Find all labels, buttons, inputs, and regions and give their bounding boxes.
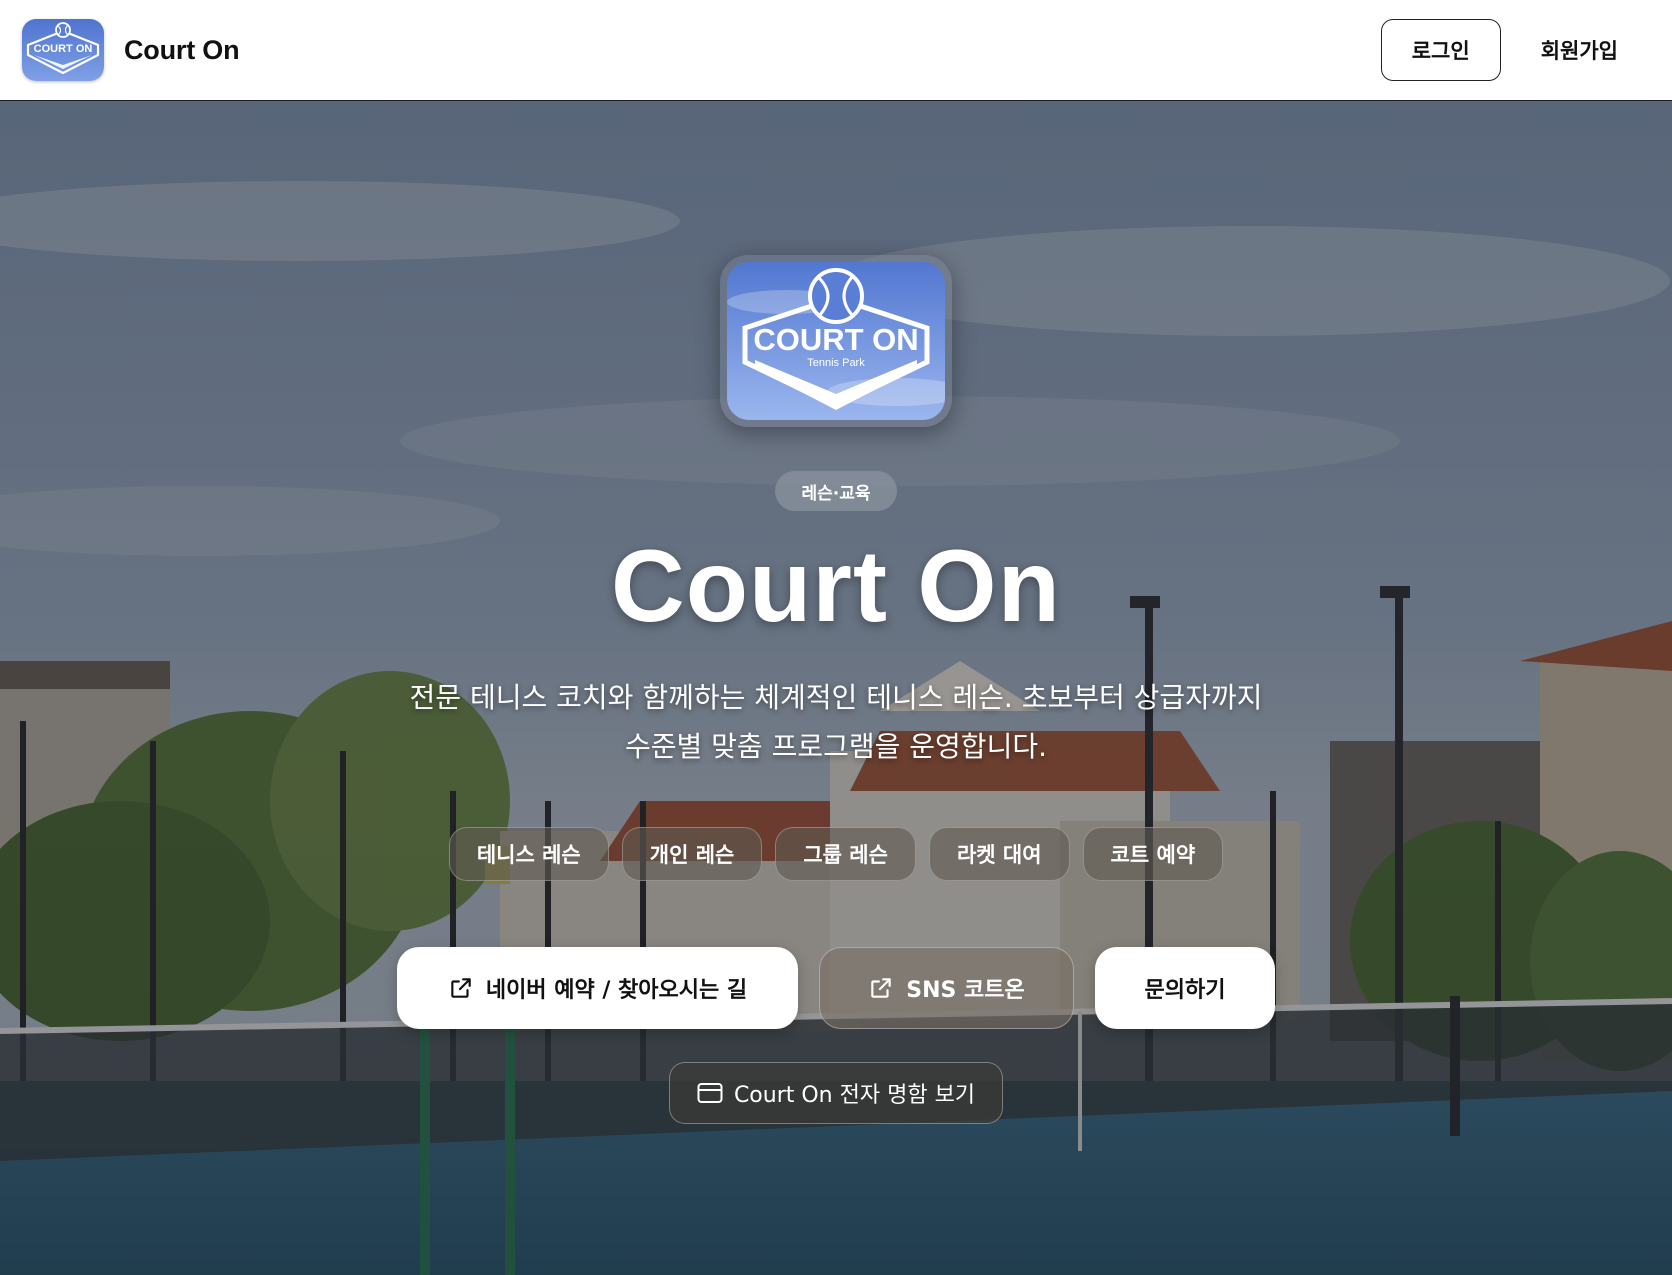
sns-label: SNS 코트온 bbox=[906, 978, 1025, 1003]
external-link-icon bbox=[451, 978, 471, 998]
inquiry-button[interactable]: 문의하기 bbox=[1095, 947, 1275, 1029]
svg-text:COURT ON: COURT ON bbox=[34, 43, 93, 55]
signup-link[interactable]: 회원가입 bbox=[1541, 35, 1618, 65]
card-icon bbox=[697, 1083, 723, 1103]
tag-racket-rental[interactable]: 라켓 대여 bbox=[928, 827, 1070, 881]
action-buttons: 네이버 예약 / 찾아오시는 길 SNS 코트온 문의하기 bbox=[397, 947, 1275, 1029]
external-link-icon bbox=[871, 978, 891, 998]
naver-booking-label: 네이버 예약 / 찾아오시는 길 bbox=[485, 978, 748, 1003]
brand[interactable]: COURT ON Court On bbox=[22, 19, 240, 81]
svg-text:Tennis Park: Tennis Park bbox=[807, 357, 865, 369]
hero-content: COURT ON Tennis Park 레슨·교육 Court On 전문 테… bbox=[0, 101, 1672, 1275]
tag-tennis-lesson[interactable]: 테니스 레슨 bbox=[448, 827, 609, 881]
naver-booking-button[interactable]: 네이버 예약 / 찾아오시는 길 bbox=[397, 947, 798, 1029]
category-badge: 레슨·교육 bbox=[775, 471, 897, 511]
service-tags: 테니스 레슨 개인 레슨 그룹 레슨 라켓 대여 코트 예약 bbox=[448, 827, 1224, 881]
hero-logo: COURT ON Tennis Park bbox=[720, 255, 952, 427]
svg-text:COURT ON: COURT ON bbox=[753, 322, 918, 357]
court-on-logo-icon: COURT ON bbox=[22, 19, 104, 81]
tag-group-lesson[interactable]: 그룹 레슨 bbox=[775, 827, 916, 881]
hero-title: Court On bbox=[611, 529, 1061, 643]
tag-private-lesson[interactable]: 개인 레슨 bbox=[621, 827, 763, 881]
hero-section: COURT ON Tennis Park 레슨·교육 Court On 전문 테… bbox=[0, 101, 1672, 1275]
hero-description-line-1: 전문 테니스 코치와 함께하는 체계적인 테니스 레슨. 초보부터 상급자까지 bbox=[409, 681, 1263, 714]
sns-button[interactable]: SNS 코트온 bbox=[819, 947, 1074, 1029]
top-header: COURT ON Court On 로그인 회원가입 bbox=[0, 0, 1672, 101]
tag-court-booking[interactable]: 코트 예약 bbox=[1082, 827, 1224, 881]
court-on-badge-icon: COURT ON Tennis Park bbox=[727, 262, 945, 420]
business-card-label: Court On 전자 명함 보기 bbox=[733, 1083, 976, 1108]
auth-actions: 로그인 회원가입 bbox=[1380, 19, 1618, 81]
hero-description-line-2: 수준별 맞춤 프로그램을 운영합니다. bbox=[624, 730, 1047, 763]
login-button[interactable]: 로그인 bbox=[1380, 19, 1501, 81]
brand-name[interactable]: Court On bbox=[124, 35, 240, 66]
business-card-button[interactable]: Court On 전자 명함 보기 bbox=[668, 1062, 1004, 1124]
brand-logo[interactable]: COURT ON bbox=[22, 19, 104, 81]
hero-description: 전문 테니스 코치와 함께하는 체계적인 테니스 레슨. 초보부터 상급자까지 … bbox=[356, 673, 1316, 771]
